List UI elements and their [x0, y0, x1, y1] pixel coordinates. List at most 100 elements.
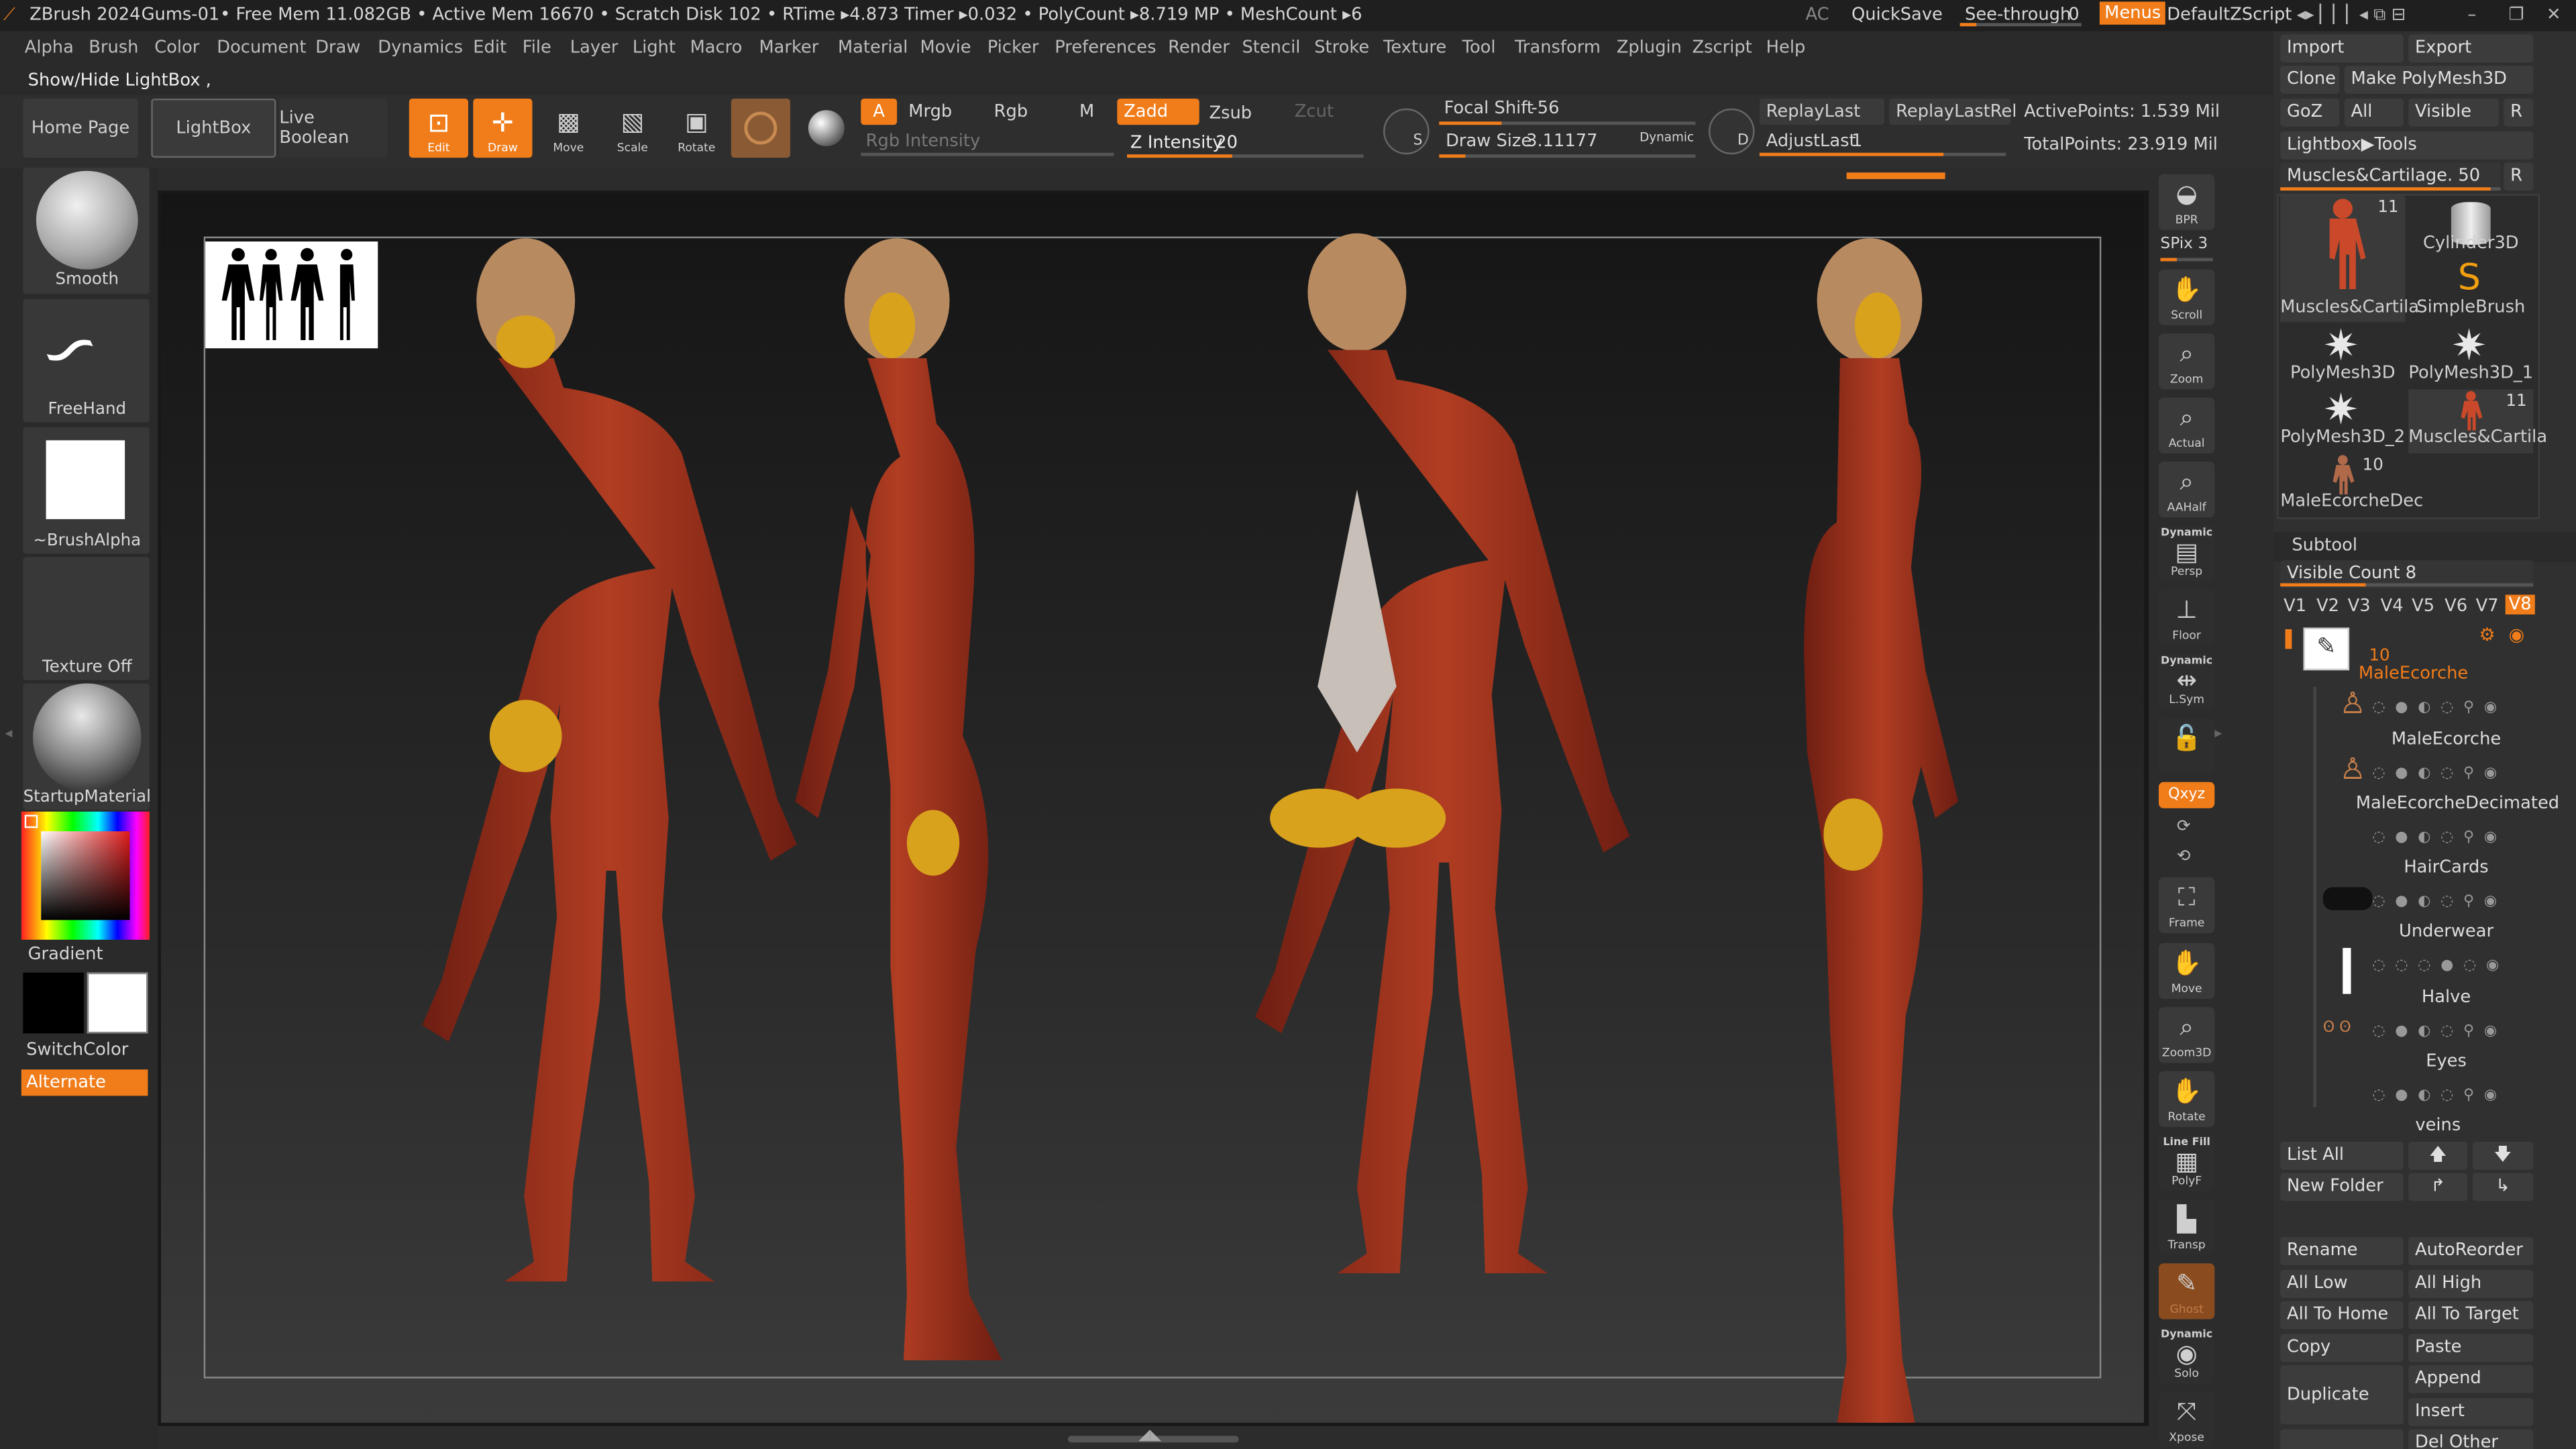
menus-button[interactable]: Menus: [2099, 1, 2166, 25]
move-down-button[interactable]: 🡇: [2472, 1142, 2534, 1170]
menu-movie[interactable]: Movie: [920, 38, 971, 57]
draw-size-track[interactable]: [1439, 154, 1696, 158]
subtool-controls[interactable]: ◌◌◌●◌◉: [2372, 958, 2509, 974]
color-square[interactable]: [41, 831, 130, 920]
lsym-button[interactable]: Dynamic ⇹ L.Sym: [2158, 653, 2215, 710]
menu-color[interactable]: Color: [154, 38, 199, 57]
menu-transform[interactable]: Transform: [1515, 38, 1601, 57]
zcut-button[interactable]: Zcut: [1295, 102, 1334, 121]
actual-button[interactable]: ⌕ Actual: [2158, 397, 2215, 453]
subtool-controls[interactable]: ◌●◐◌⚲◉: [2372, 765, 2506, 782]
subtool-header[interactable]: Subtool: [2273, 532, 2576, 562]
close-icon[interactable]: ✕: [2546, 5, 2561, 24]
subtool-row-4[interactable]: Underwear ◌◌◌●◌◉: [2339, 922, 2536, 994]
adjust-last-track[interactable]: [1759, 152, 2006, 156]
home-page-button[interactable]: Home Page: [23, 98, 138, 158]
texture-slot[interactable]: Texture Off: [23, 557, 150, 680]
menu-file[interactable]: File: [523, 38, 551, 57]
ac-label[interactable]: AC: [1805, 5, 1829, 24]
see-through-slider[interactable]: See-through: [1965, 5, 2071, 24]
timeline-toggle-icon[interactable]: ◢◣: [1138, 1428, 1161, 1444]
subtool-row-6[interactable]: Eyes ◌●◐◌⚲◉: [2339, 1051, 2536, 1114]
dynamesh-icon[interactable]: D: [1708, 108, 1755, 155]
rotate-view-button[interactable]: ✋ Rotate: [2158, 1071, 2215, 1128]
menu-zplugin[interactable]: Zplugin: [1617, 38, 1682, 57]
insert-button[interactable]: Insert: [2408, 1398, 2534, 1426]
menu-help[interactable]: Help: [1766, 38, 1806, 57]
alpha-slot[interactable]: ~BrushAlpha: [23, 427, 150, 554]
m-button[interactable]: M: [1079, 102, 1094, 121]
menu-tool[interactable]: Tool: [1462, 38, 1496, 57]
sculptris-pro-icon[interactable]: S: [1383, 108, 1430, 155]
all-low-button[interactable]: All Low: [2280, 1270, 2404, 1298]
menu-picker[interactable]: Picker: [987, 38, 1039, 57]
menu-light[interactable]: Light: [633, 38, 676, 57]
tool-tile-polymesh-2[interactable]: ✷ PolyMesh3D_2: [2280, 389, 2405, 453]
menu-marker[interactable]: Marker: [759, 38, 818, 57]
tool-tile-maleecorche[interactable]: 10 MaleEcorcheDec: [2280, 453, 2423, 518]
menu-material[interactable]: Material: [838, 38, 908, 57]
clone-button[interactable]: Clone: [2280, 65, 2340, 94]
menu-stencil[interactable]: Stencil: [1242, 38, 1300, 57]
menu-texture[interactable]: Texture: [1383, 38, 1446, 57]
z-intensity-track[interactable]: [1127, 154, 1364, 158]
menu-zscript[interactable]: Zscript: [1692, 38, 1752, 57]
live-boolean-button[interactable]: Live Boolean: [279, 98, 388, 158]
tool-tile-cylinder[interactable]: Cylinder3D S SimpleBrush: [2408, 195, 2533, 322]
draw-button[interactable]: ✛ Draw: [473, 98, 533, 158]
v3-button[interactable]: V3: [2348, 596, 2371, 616]
brush-slot[interactable]: Smooth: [23, 167, 150, 294]
rotate-z-icon[interactable]: ⟲: [2177, 848, 2191, 866]
rotate-y-icon[interactable]: ⟳: [2177, 818, 2191, 837]
lightbox-tools-button[interactable]: Lightbox▶Tools: [2280, 131, 2534, 160]
xyz-button[interactable]: Qxyz: [2158, 782, 2215, 808]
aahalf-button[interactable]: ⌕ AAHalf: [2158, 462, 2215, 518]
menu-draw[interactable]: Draw: [315, 38, 360, 57]
zadd-button[interactable]: Zadd: [1117, 98, 1199, 125]
tray-collapse-icon[interactable]: ◂: [5, 726, 12, 742]
subtool-controls[interactable]: ◌●◐◌⚲◉: [2372, 894, 2506, 910]
rotate-button[interactable]: ▣ Rotate: [667, 98, 727, 158]
move-view-button[interactable]: ✋ Move: [2158, 943, 2215, 999]
transp-button[interactable]: ▙ Transp: [2158, 1199, 2215, 1256]
v4-button[interactable]: V4: [2381, 596, 2404, 616]
tool-tile-muscles-active[interactable]: 11 Muscles&Cartila: [2280, 195, 2419, 323]
all-high-button[interactable]: All High: [2408, 1270, 2534, 1298]
document-canvas[interactable]: [161, 193, 2144, 1423]
subtool-controls[interactable]: ◌●◐◌⚲◉: [2372, 700, 2506, 716]
switch-color-button[interactable]: SwitchColor: [26, 1040, 128, 1059]
v6-button[interactable]: V6: [2445, 596, 2467, 616]
main-color-swatch[interactable]: [23, 972, 84, 1034]
spix-slider[interactable]: SPix 3: [2160, 235, 2208, 253]
auto-reorder-button[interactable]: AutoReorder: [2408, 1237, 2534, 1265]
menu-dynamics[interactable]: Dynamics: [378, 38, 463, 57]
subtool-controls[interactable]: ◌●◐◌⚲◉: [2372, 1024, 2506, 1040]
make-polymesh-button[interactable]: Make PolyMesh3D: [2344, 65, 2534, 94]
lock-button[interactable]: 🔓: [2158, 718, 2215, 774]
gear-icon[interactable]: ⚙: [2479, 625, 2496, 646]
subtool-row-1[interactable]: MaleEcorche ♙ ◌●◐◌⚲◉: [2339, 729, 2536, 792]
default-zscript-button[interactable]: DefaultZScript: [2167, 5, 2292, 24]
menu-stroke[interactable]: Stroke: [1314, 38, 1369, 57]
replay-last-button[interactable]: ReplayLast: [1759, 98, 1885, 125]
menu-brush[interactable]: Brush: [89, 38, 138, 57]
tool-tile-polymesh-1[interactable]: ✷ PolyMesh3D_1: [2408, 325, 2533, 390]
append-button[interactable]: Append: [2408, 1365, 2534, 1393]
r-button[interactable]: R: [2504, 98, 2534, 127]
move-up-button[interactable]: 🡅: [2408, 1142, 2468, 1170]
tool-tile-polymesh[interactable]: ✷ PolyMesh3D: [2280, 325, 2405, 390]
subtool-controls[interactable]: ◌●◐◌⚲◉: [2372, 830, 2506, 846]
visible-button[interactable]: Visible: [2408, 98, 2499, 127]
minimize-icon[interactable]: –: [2467, 5, 2476, 24]
goz-button[interactable]: GoZ: [2280, 98, 2340, 127]
alternate-button[interactable]: Alternate: [21, 1069, 148, 1096]
v8-button[interactable]: V8: [2505, 594, 2535, 614]
del-other-button[interactable]: Del Other: [2408, 1429, 2534, 1449]
eye-icon[interactable]: ◉: [2509, 625, 2525, 646]
export-button[interactable]: Export: [2408, 34, 2534, 63]
edit-button[interactable]: ⊡ Edit: [409, 98, 468, 158]
import-button[interactable]: Import: [2280, 34, 2404, 63]
menu-preferences[interactable]: Preferences: [1055, 38, 1156, 57]
menu-edit[interactable]: Edit: [473, 38, 506, 57]
menu-document[interactable]: Document: [217, 38, 306, 57]
